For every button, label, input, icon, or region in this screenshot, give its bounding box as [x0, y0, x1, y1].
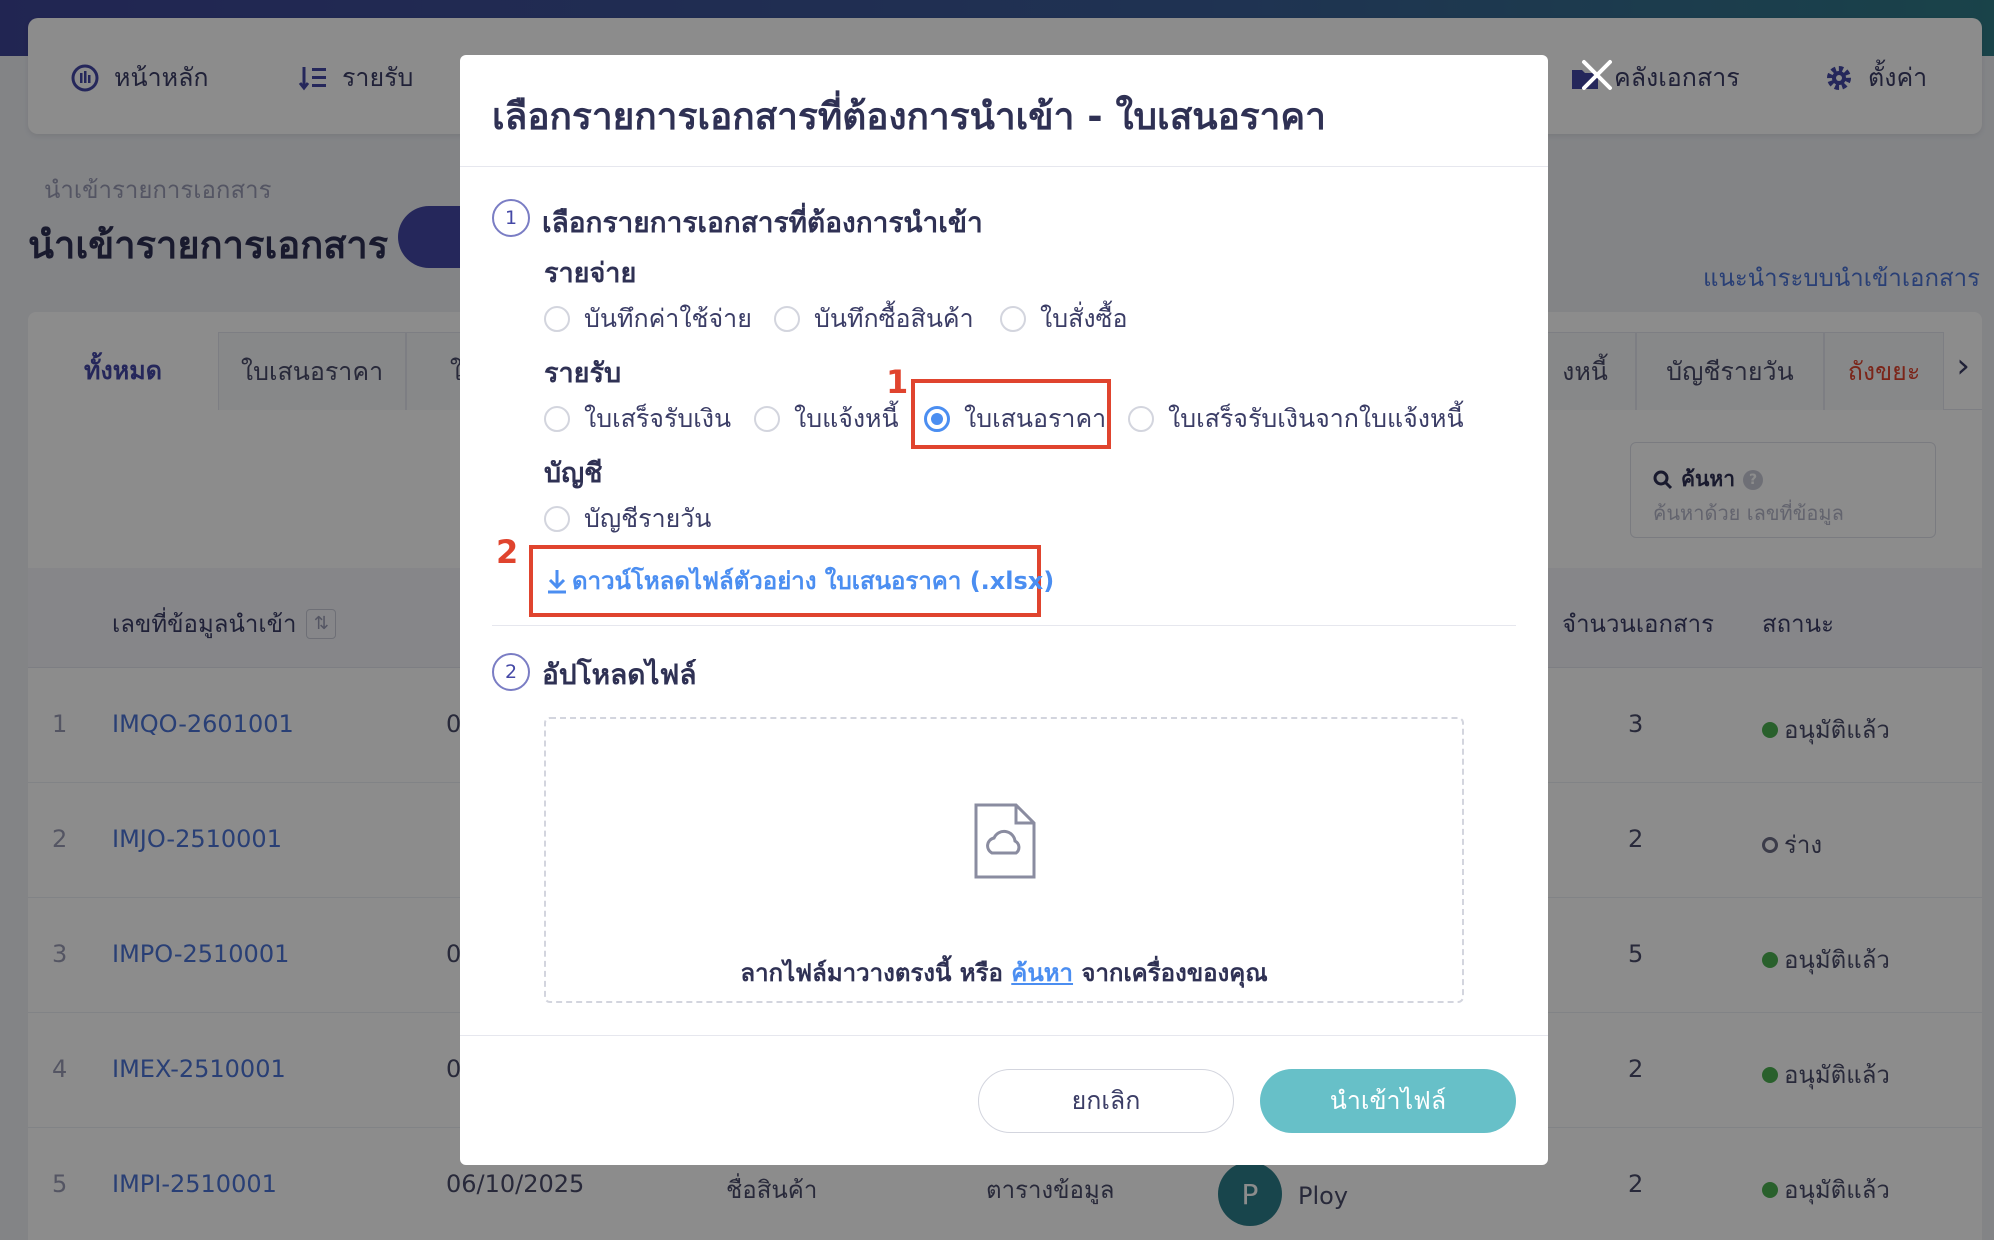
- import-file-button[interactable]: นำเข้าไฟล์: [1260, 1069, 1516, 1133]
- annotation-number-1: 1: [886, 363, 909, 401]
- group-expense-title: รายจ่าย: [544, 258, 637, 289]
- step-1-badge: 1: [492, 199, 530, 237]
- drop-text-after: จากเครื่องของคุณ: [1073, 959, 1268, 987]
- download-sample-link[interactable]: ดาวน์โหลดไฟล์ตัวอย่าง ใบเสนอราคา (.xlsx): [546, 561, 1054, 600]
- group-income-title: รายรับ: [544, 358, 622, 389]
- radio-invoice[interactable]: ใบแจ้งหนี้: [754, 399, 899, 439]
- radio-label: บัญชีรายวัน: [584, 504, 712, 533]
- step-2-title: อัปโหลดไฟล์: [542, 658, 697, 691]
- annotation-highlight-box-1: [911, 379, 1111, 449]
- radio-circle[interactable]: [754, 406, 780, 432]
- radio-circle[interactable]: [544, 506, 570, 532]
- radio-circle[interactable]: [1000, 306, 1026, 332]
- browse-link[interactable]: ค้นหา: [1011, 959, 1073, 987]
- close-icon[interactable]: [1580, 58, 1614, 92]
- radio-label: บันทึกค่าใช้จ่าย: [584, 304, 752, 333]
- cloud-file-icon: [974, 803, 1036, 879]
- radio-purchase-record[interactable]: บันทึกซื้อสินค้า: [774, 299, 974, 339]
- file-dropzone[interactable]: ลากไฟล์มาวางตรงนี้ หรือ ค้นหา จากเครื่อง…: [544, 717, 1464, 1003]
- radio-receipt-from-invoice[interactable]: ใบเสร็จรับเงินจากใบแจ้งหนี้: [1128, 399, 1464, 439]
- annotation-number-2: 2: [496, 533, 519, 571]
- download-icon: [548, 569, 566, 593]
- group-account-title: บัญชี: [544, 458, 603, 489]
- drop-text-before: ลากไฟล์มาวางตรงนี้ หรือ: [740, 959, 1012, 987]
- radio-label: ใบเสร็จรับเงิน: [584, 404, 732, 433]
- cancel-button[interactable]: ยกเลิก: [978, 1069, 1234, 1133]
- radio-circle[interactable]: [544, 406, 570, 432]
- radio-expense-record[interactable]: บันทึกค่าใช้จ่าย: [544, 299, 752, 339]
- radio-circle[interactable]: [544, 306, 570, 332]
- step-1-title: เลือกรายการเอกสารที่ต้องการนำเข้า: [542, 206, 983, 239]
- radio-receipt[interactable]: ใบเสร็จรับเงิน: [544, 399, 731, 439]
- radio-circle[interactable]: [774, 306, 800, 332]
- radio-label: บันทึกซื้อสินค้า: [814, 304, 974, 333]
- radio-label: ใบแจ้งหนี้: [794, 404, 899, 433]
- radio-purchase-order[interactable]: ใบสั่งซื้อ: [1000, 299, 1128, 339]
- radio-circle[interactable]: [1128, 406, 1154, 432]
- dropzone-instructions: ลากไฟล์มาวางตรงนี้ หรือ ค้นหา จากเครื่อง…: [546, 953, 1462, 992]
- radio-label: ใบเสร็จรับเงินจากใบแจ้งหนี้: [1168, 404, 1464, 433]
- radio-label: ใบสั่งซื้อ: [1040, 304, 1128, 333]
- section-divider: [492, 625, 1516, 626]
- dialog-title: เลือกรายการเอกสารที่ต้องการนำเข้า - ใบเส…: [492, 95, 1326, 138]
- radio-daily-journal[interactable]: บัญชีรายวัน: [544, 499, 711, 539]
- dialog-footer-divider: [460, 1035, 1548, 1036]
- dialog-header: เลือกรายการเอกสารที่ต้องการนำเข้า - ใบเส…: [460, 55, 1548, 167]
- step-2-badge: 2: [492, 653, 530, 691]
- import-dialog: เลือกรายการเอกสารที่ต้องการนำเข้า - ใบเส…: [460, 55, 1548, 1165]
- download-link-label: ดาวน์โหลดไฟล์ตัวอย่าง ใบเสนอราคา (.xlsx): [572, 567, 1055, 595]
